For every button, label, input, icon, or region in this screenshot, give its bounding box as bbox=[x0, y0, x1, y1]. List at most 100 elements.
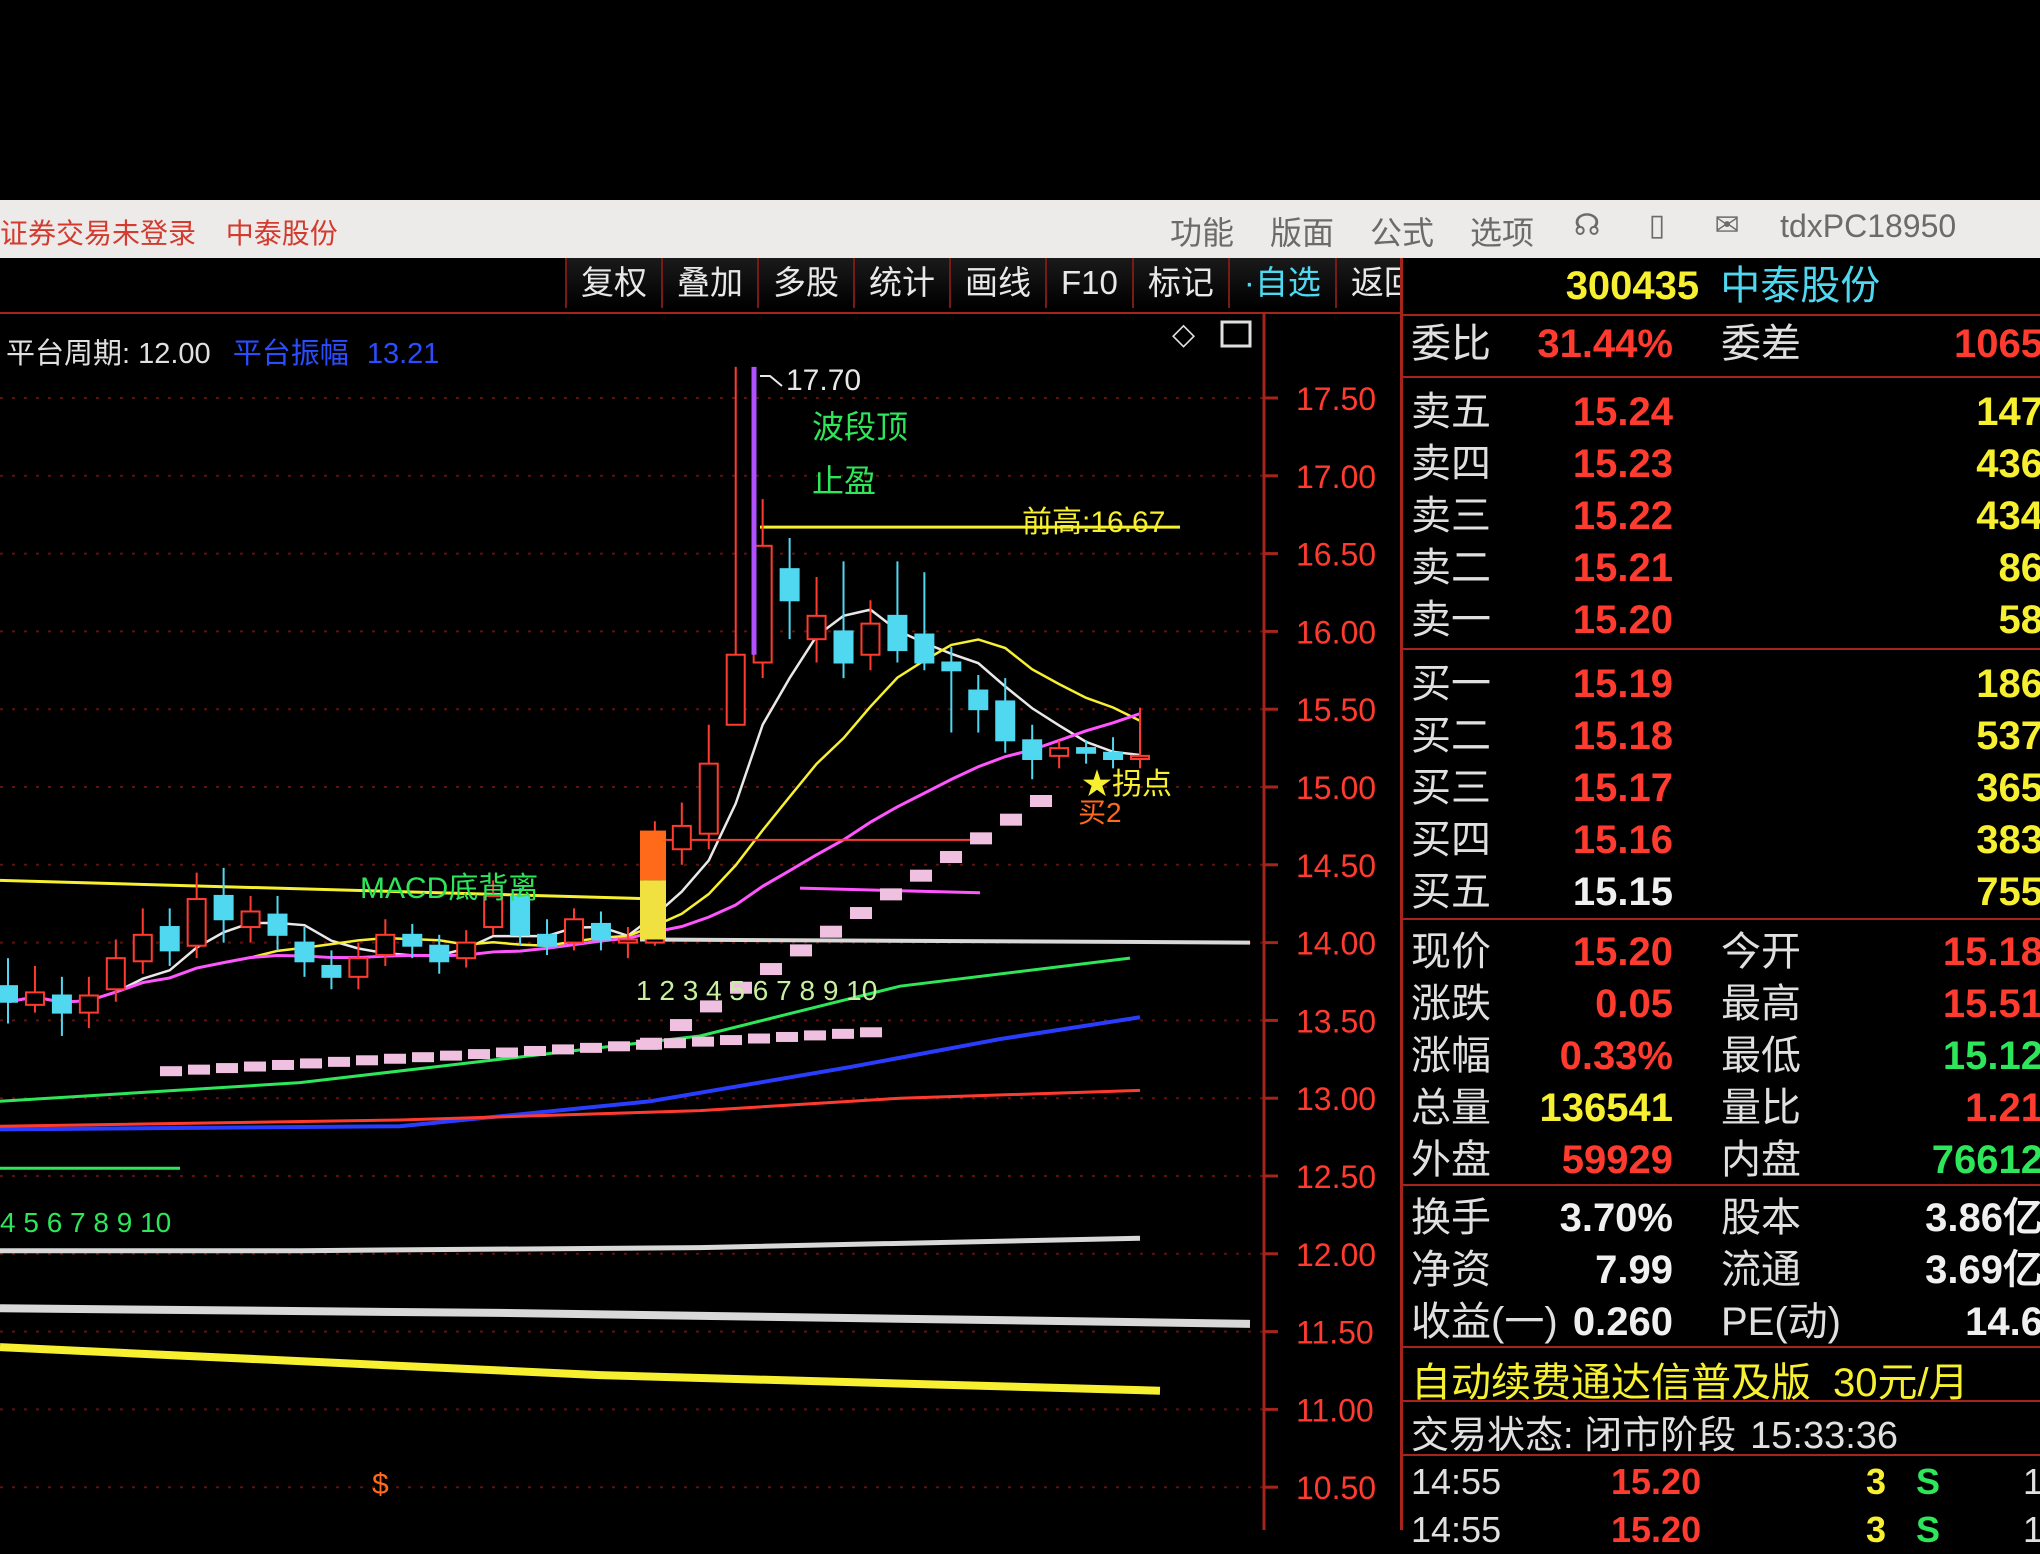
candle[interactable] bbox=[915, 572, 933, 670]
ask-row[interactable]: 卖三15.22434 bbox=[1403, 490, 2040, 542]
step-bar bbox=[524, 1046, 546, 1056]
candle[interactable] bbox=[376, 919, 394, 966]
phone-icon[interactable]: ▯ bbox=[1640, 208, 1674, 242]
step-bar bbox=[850, 907, 872, 919]
trade-status-label: 交易状态: 闭市阶段 bbox=[1411, 1415, 1736, 1457]
candle[interactable] bbox=[26, 966, 44, 1013]
candle[interactable] bbox=[727, 367, 745, 725]
bid-row[interactable]: 买三15.17365 bbox=[1403, 762, 2040, 814]
button-watchlist[interactable]: ·自选 bbox=[1228, 258, 1337, 308]
headset-icon[interactable]: ☊ bbox=[1570, 208, 1604, 242]
candle[interactable] bbox=[403, 924, 421, 958]
candle[interactable] bbox=[161, 908, 179, 966]
candle[interactable] bbox=[80, 977, 98, 1028]
ask-label: 卖二 bbox=[1411, 542, 1491, 594]
diamond-icon[interactable]: ◇ bbox=[1172, 318, 1195, 351]
price-axis-label: 10.50 bbox=[1296, 1470, 1376, 1506]
menu-layout[interactable]: 版面 bbox=[1270, 208, 1334, 254]
button-draw-line[interactable]: 画线 bbox=[949, 258, 1047, 308]
candle[interactable] bbox=[781, 538, 799, 639]
candle[interactable] bbox=[269, 896, 287, 950]
promo-banner[interactable]: 自动续费通达信普及版30元/月 bbox=[1411, 1350, 1969, 1408]
kline-chart[interactable]: 17.70波段顶止盈前高:16.67★拐点买2MACD底背离1 2 3 4 5 … bbox=[0, 314, 1400, 1530]
ask-volume: 147 bbox=[1976, 386, 2040, 438]
button-mark[interactable]: 标记 bbox=[1132, 258, 1230, 308]
fundamental-value-2: 3.69亿 bbox=[1925, 1244, 2040, 1296]
button-overlay[interactable]: 叠加 bbox=[661, 258, 759, 308]
step-bar bbox=[640, 1038, 662, 1050]
title-stock-name: 中泰股份 bbox=[226, 218, 338, 249]
long-line-white bbox=[0, 1238, 1140, 1250]
button-f10[interactable]: F10 bbox=[1045, 258, 1134, 308]
step-bar bbox=[440, 1051, 462, 1061]
macd-divergence-label: MACD底背离 bbox=[360, 872, 538, 905]
fundamental-row[interactable]: 收益(一)0.260PE(动)14.6 bbox=[1403, 1296, 2040, 1348]
fundamental-row[interactable]: 换手3.70%股本3.86亿 bbox=[1403, 1192, 2040, 1244]
weibi-row[interactable]: 委比31.44%委差1065 bbox=[1403, 318, 2040, 370]
step-bar bbox=[760, 963, 782, 975]
stat-row[interactable]: 外盘59929内盘76612 bbox=[1403, 1134, 2040, 1186]
candle[interactable] bbox=[242, 896, 260, 943]
candle[interactable] bbox=[700, 725, 718, 849]
bid-price: 15.17 bbox=[1573, 762, 1673, 814]
bid-volume: 383 bbox=[1976, 814, 2040, 866]
candle[interactable] bbox=[592, 911, 610, 950]
stat-label-2: 最低 bbox=[1721, 1030, 1801, 1082]
bid-row[interactable]: 买一15.19186 bbox=[1403, 658, 2040, 710]
ask-row[interactable]: 卖二15.2186 bbox=[1403, 542, 2040, 594]
window-icon[interactable] bbox=[1222, 322, 1250, 346]
button-multi-stock[interactable]: 多股 bbox=[757, 258, 855, 308]
step-bar bbox=[748, 1034, 770, 1044]
stat-label: 总量 bbox=[1411, 1082, 1491, 1134]
bid-row[interactable]: 买四15.16383 bbox=[1403, 814, 2040, 866]
bid-row[interactable]: 买五15.15755 bbox=[1403, 866, 2040, 918]
panel-divider bbox=[1403, 648, 2040, 650]
button-statistics[interactable]: 统计 bbox=[853, 258, 951, 308]
user-id[interactable]: tdxPC18950 bbox=[1780, 208, 1956, 254]
ask-volume: 58 bbox=[1999, 594, 2040, 646]
stat-row[interactable]: 涨幅0.33%最低15.12 bbox=[1403, 1030, 2040, 1082]
base-line bbox=[640, 939, 1250, 942]
candle[interactable] bbox=[673, 803, 691, 865]
ask-label: 卖三 bbox=[1411, 490, 1491, 542]
candle[interactable] bbox=[107, 939, 125, 1001]
candle[interactable] bbox=[996, 678, 1014, 753]
candle[interactable] bbox=[295, 927, 313, 977]
price-axis-label: 16.00 bbox=[1296, 614, 1376, 650]
stat-value: 0.33% bbox=[1560, 1030, 1673, 1082]
login-status[interactable]: 证券交易未登录 bbox=[0, 218, 196, 249]
candle[interactable] bbox=[969, 675, 987, 733]
candle[interactable] bbox=[53, 977, 71, 1036]
button-adjust[interactable]: 复权 bbox=[565, 258, 663, 308]
tick-price: 15.20 bbox=[1611, 1506, 1701, 1554]
candle[interactable] bbox=[1104, 737, 1122, 768]
bid-label: 买二 bbox=[1411, 710, 1491, 762]
step-bar bbox=[910, 870, 932, 882]
menu-function[interactable]: 功能 bbox=[1170, 208, 1234, 254]
stat-value: 0.05 bbox=[1595, 978, 1673, 1030]
candle[interactable] bbox=[0, 958, 17, 1023]
stat-value: 59929 bbox=[1562, 1134, 1673, 1186]
weibi-label: 委比 bbox=[1411, 318, 1491, 370]
count-label: 1 2 3 4 5 6 7 8 9 10 bbox=[636, 975, 877, 1006]
candle[interactable] bbox=[808, 577, 826, 663]
stat-row[interactable]: 现价15.20今开15.18 bbox=[1403, 926, 2040, 978]
ask-row[interactable]: 卖四15.23436 bbox=[1403, 438, 2040, 490]
fundamental-row[interactable]: 净资7.99流通3.69亿 bbox=[1403, 1244, 2040, 1296]
candle[interactable] bbox=[1023, 725, 1041, 779]
menu-options[interactable]: 选项 bbox=[1470, 208, 1534, 254]
bid-row[interactable]: 买二15.18537 bbox=[1403, 710, 2040, 762]
stat-row[interactable]: 总量136541量比1.21 bbox=[1403, 1082, 2040, 1134]
ask-row[interactable]: 卖五15.24147 bbox=[1403, 386, 2040, 438]
ask-row[interactable]: 卖一15.2058 bbox=[1403, 594, 2040, 646]
candle[interactable] bbox=[457, 930, 475, 967]
dollar-marker: $ bbox=[372, 1468, 389, 1501]
bid-volume: 365 bbox=[1976, 762, 2040, 814]
mail-icon[interactable]: ✉ bbox=[1710, 208, 1744, 242]
candle[interactable] bbox=[1050, 740, 1068, 768]
candle[interactable] bbox=[888, 561, 906, 662]
stat-row[interactable]: 涨跌0.05最高15.51 bbox=[1403, 978, 2040, 1030]
candle[interactable] bbox=[942, 647, 960, 733]
candle[interactable] bbox=[134, 908, 152, 973]
menu-formula[interactable]: 公式 bbox=[1370, 208, 1434, 254]
